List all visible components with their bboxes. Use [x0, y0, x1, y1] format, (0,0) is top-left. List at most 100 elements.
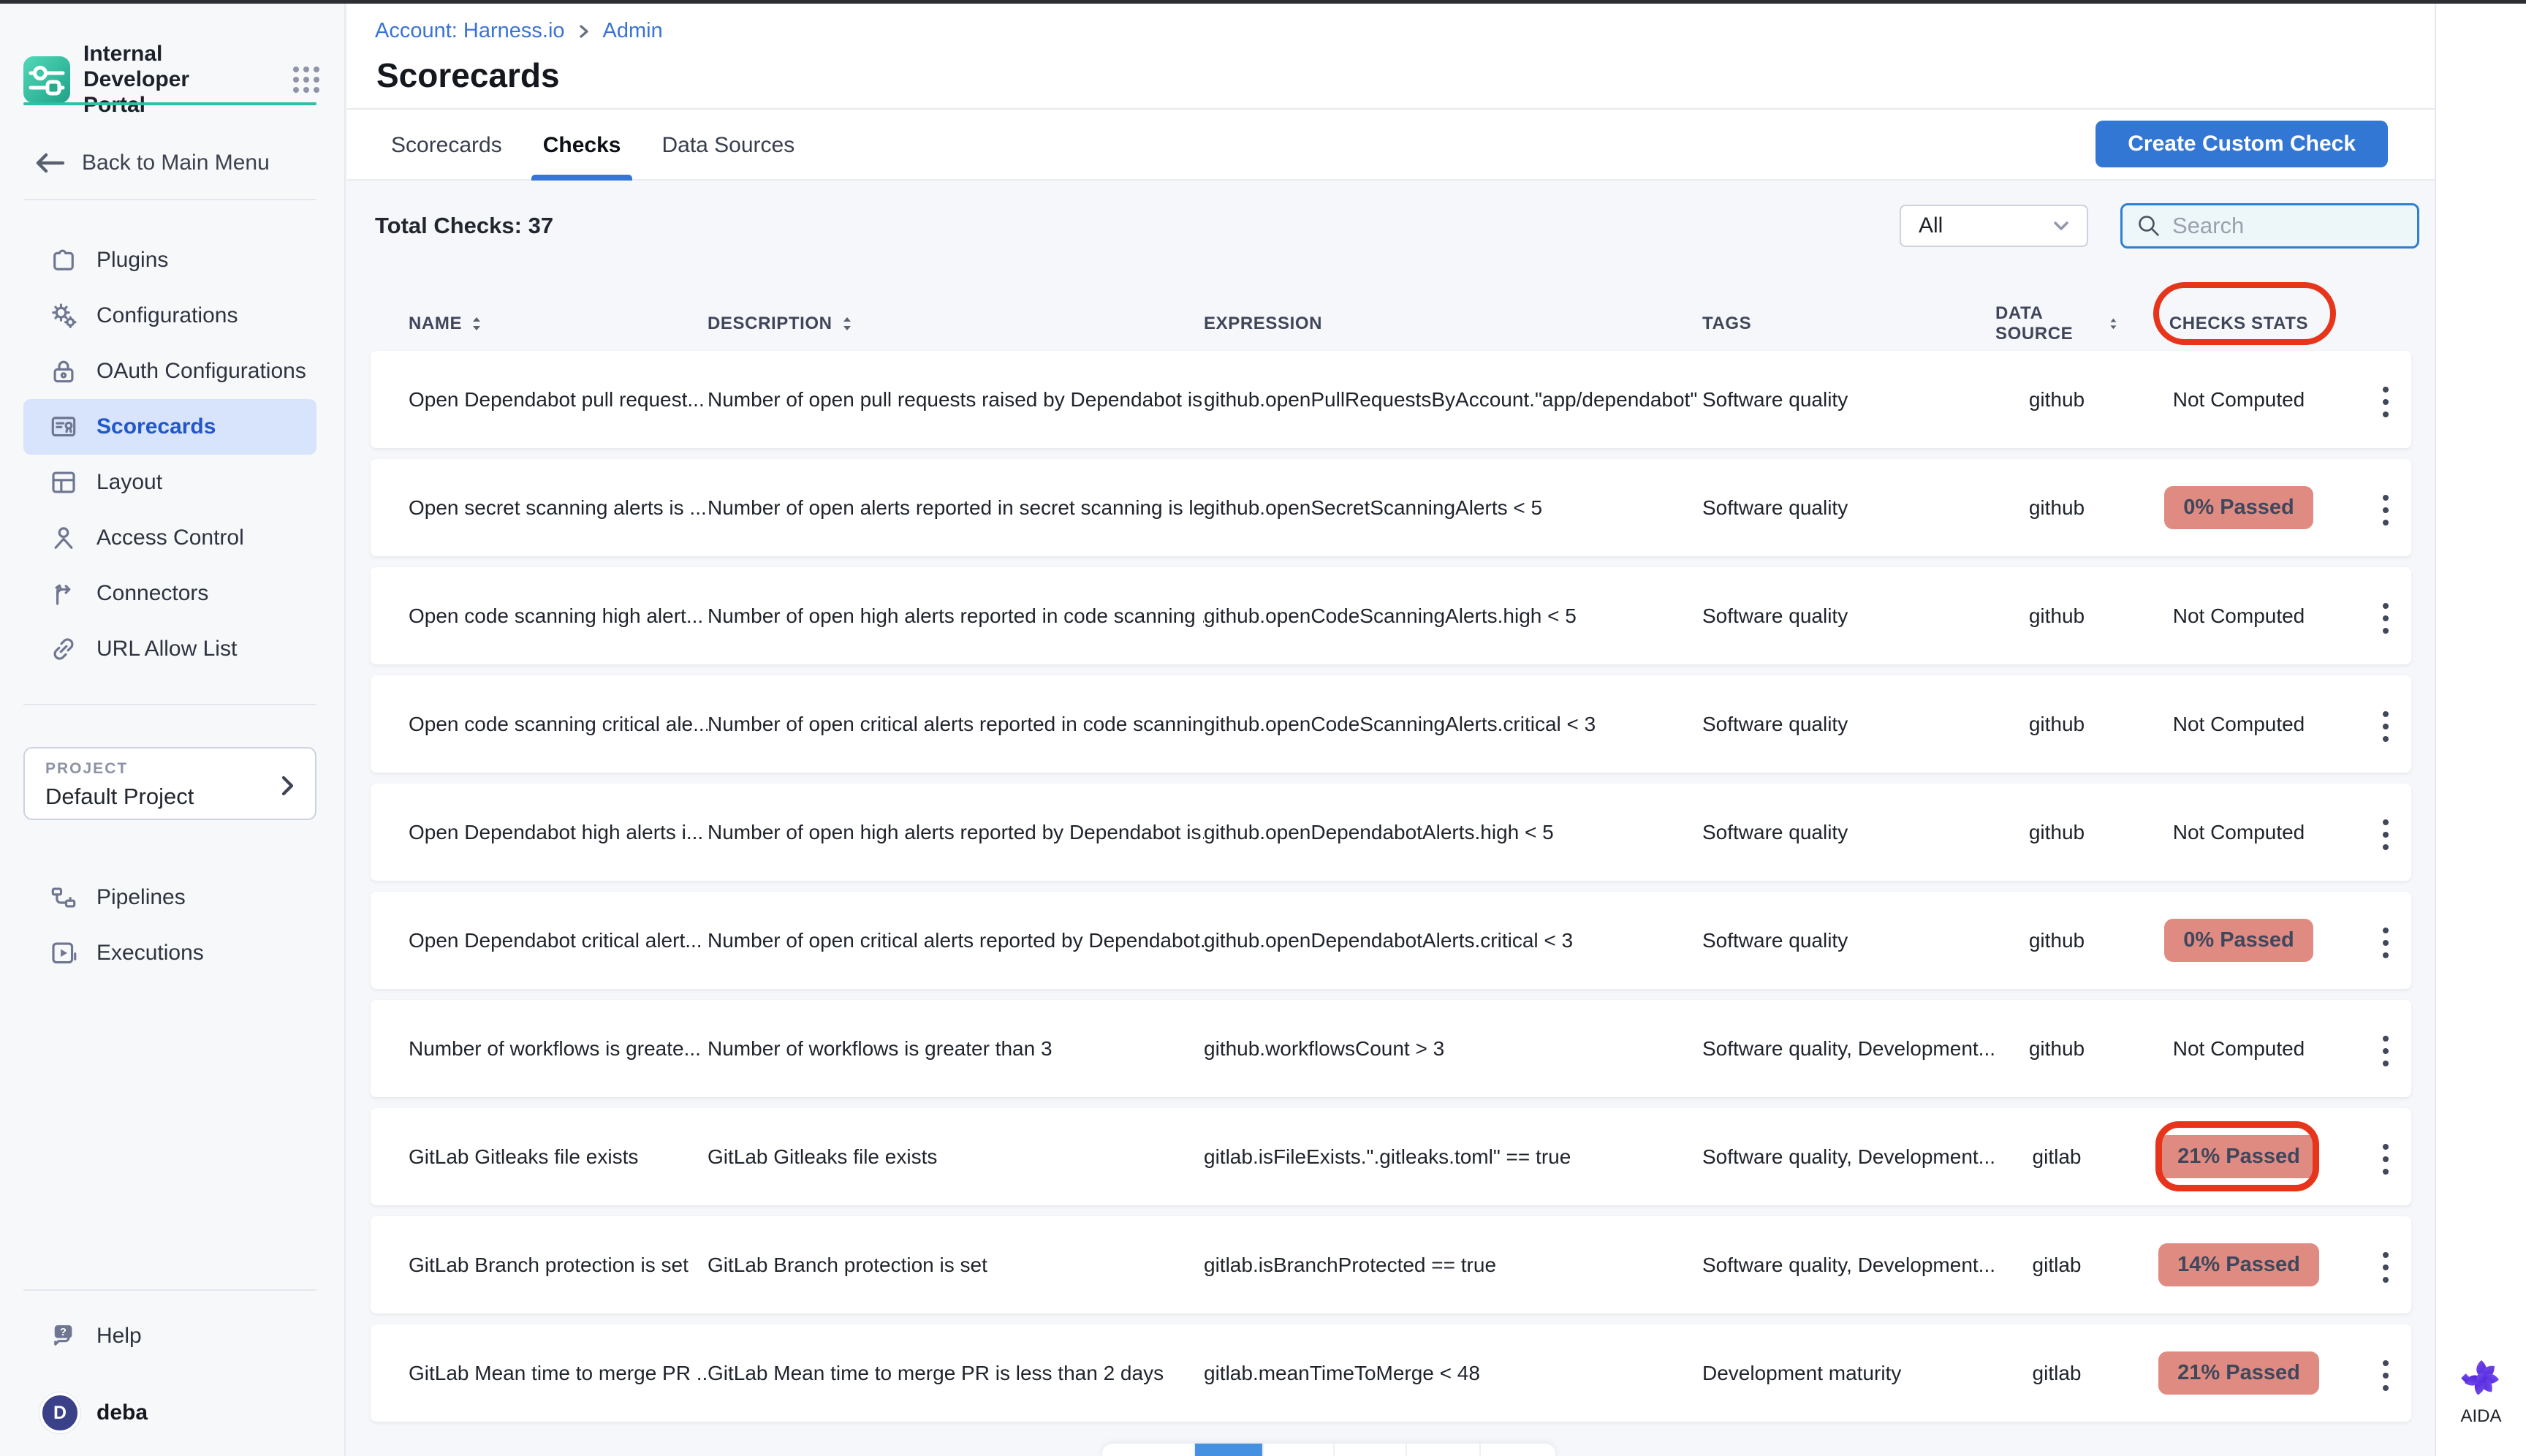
- row-menu-button[interactable]: [2373, 1353, 2399, 1398]
- table-row[interactable]: Number of workflows is greate...Number o…: [371, 1000, 2411, 1097]
- create-custom-check-button[interactable]: Create Custom Check: [2095, 121, 2388, 167]
- toolbar: Total Checks: 37 All: [375, 202, 2419, 249]
- row-menu-button[interactable]: [2373, 704, 2399, 749]
- row-menu-button[interactable]: [2373, 812, 2399, 857]
- pagination-prev[interactable]: [1102, 1444, 1194, 1456]
- sidebar-item-label: OAuth Configurations: [96, 359, 306, 384]
- app-title: Internal Developer Portal: [83, 41, 251, 118]
- row-menu-button[interactable]: [2373, 1137, 2399, 1182]
- sort-icon[interactable]: [2109, 315, 2118, 333]
- user-menu[interactable]: D deba: [39, 1392, 148, 1433]
- pagination-page[interactable]: [1262, 1444, 1333, 1456]
- back-to-main-menu[interactable]: Back to Main Menu: [34, 146, 270, 180]
- check-stats: Not Computed: [2118, 713, 2359, 736]
- table-row[interactable]: Open code scanning high alert...Number o…: [371, 567, 2411, 664]
- table-row[interactable]: Open Dependabot pull request...Number of…: [371, 351, 2411, 448]
- check-stats: Not Computed: [2118, 821, 2359, 844]
- check-data-source: github: [1995, 1037, 2118, 1061]
- row-menu-button[interactable]: [2373, 379, 2399, 425]
- sidebar-item-scorecards[interactable]: Scorecards: [23, 399, 316, 455]
- check-data-source: gitlab: [1995, 1254, 2118, 1277]
- project-name: Default Project: [45, 784, 300, 810]
- check-tags: Development maturity: [1702, 1362, 1995, 1385]
- column-header-data-source[interactable]: DATA SOURCE: [1995, 303, 2118, 344]
- help-chat-icon: ?: [48, 1321, 79, 1351]
- not-computed-text: Not Computed: [2173, 1037, 2305, 1060]
- tab-data-sources[interactable]: Data Sources: [659, 110, 797, 181]
- pagination-page[interactable]: [1479, 1444, 1555, 1456]
- row-menu-button[interactable]: [2373, 1028, 2399, 1074]
- table-row[interactable]: Open Dependabot high alerts i...Number o…: [371, 784, 2411, 881]
- sidebar-item-connectors[interactable]: Connectors: [23, 566, 316, 621]
- sidebar-item-help[interactable]: ? Help: [23, 1308, 316, 1364]
- project-label: PROJECT: [45, 760, 300, 778]
- tab-scorecards[interactable]: Scorecards: [388, 110, 505, 181]
- check-stats: 21% Passed: [2118, 1351, 2359, 1395]
- idp-logo-icon: [23, 56, 70, 103]
- check-data-source: github: [1995, 604, 2118, 628]
- check-name: GitLab Mean time to merge PR ...: [409, 1362, 708, 1385]
- check-name: Open secret scanning alerts is ...: [409, 496, 708, 520]
- table-row[interactable]: Open Dependabot critical alert...Number …: [371, 892, 2411, 989]
- table-row[interactable]: Open secret scanning alerts is ...Number…: [371, 459, 2411, 556]
- sidebar-item-layout[interactable]: Layout: [23, 455, 316, 510]
- check-name: GitLab Gitleaks file exists: [409, 1145, 708, 1169]
- column-header-name[interactable]: NAME: [409, 314, 708, 334]
- column-label: DATA SOURCE: [1995, 303, 2100, 344]
- sidebar-item-url-allow-list[interactable]: URL Allow List: [23, 621, 316, 677]
- row-menu-button[interactable]: [2373, 920, 2399, 966]
- table-row[interactable]: GitLab Branch protection is setGitLab Br…: [371, 1216, 2411, 1313]
- sidebar-divider: [23, 199, 316, 200]
- breadcrumb: Account: Harness.io Admin: [375, 19, 663, 43]
- passed-badge: 0% Passed: [2164, 486, 2313, 529]
- check-data-source: github: [1995, 821, 2118, 844]
- sidebar-item-access-control[interactable]: Access Control: [23, 510, 316, 566]
- check-stats: Not Computed: [2118, 1037, 2359, 1061]
- right-rail: AIDA: [2435, 0, 2526, 1456]
- sort-icon[interactable]: [841, 315, 853, 333]
- sort-icon[interactable]: [471, 315, 482, 333]
- pagination-page-active[interactable]: [1194, 1444, 1262, 1456]
- table-row[interactable]: Open code scanning critical ale...Number…: [371, 675, 2411, 773]
- sidebar-item-label: Configurations: [96, 303, 238, 328]
- total-checks-count: Total Checks: 37: [375, 213, 553, 239]
- search-input[interactable]: [2172, 213, 2392, 239]
- passed-badge: 21% Passed: [2158, 1135, 2319, 1178]
- filter-dropdown[interactable]: All: [1900, 205, 2088, 247]
- sidebar-item-label: Access Control: [96, 526, 244, 550]
- app-grid-icon[interactable]: [289, 63, 323, 96]
- check-description: Number of open critical alerts reported …: [708, 929, 1204, 952]
- sidebar-item-label: Plugins: [96, 248, 168, 273]
- pagination-page[interactable]: [1333, 1444, 1406, 1456]
- check-description: Number of open alerts reported in secret…: [708, 496, 1204, 520]
- row-menu-button[interactable]: [2373, 488, 2399, 533]
- sidebar-item-configurations[interactable]: Configurations: [23, 288, 316, 344]
- page: Internal Developer Portal Back to Main M…: [0, 0, 2526, 1456]
- check-name: Open code scanning critical ale...: [409, 713, 708, 736]
- sidebar-item-oauth-configurations[interactable]: OAuth Configurations: [23, 344, 316, 399]
- tab-bar: Scorecards Checks Data Sources Create Cu…: [347, 108, 2435, 181]
- sidebar-item-executions[interactable]: Executions: [23, 925, 316, 981]
- aida-widget[interactable]: AIDA: [2436, 1357, 2526, 1427]
- not-computed-text: Not Computed: [2173, 713, 2305, 735]
- row-menu-button[interactable]: [2373, 596, 2399, 641]
- breadcrumb-admin-link[interactable]: Admin: [603, 19, 663, 43]
- sidebar-divider: [23, 704, 316, 705]
- check-expression: github.openSecretScanningAlerts < 5: [1204, 496, 1702, 520]
- column-label: TAGS: [1702, 314, 1751, 334]
- table-row[interactable]: GitLab Gitleaks file existsGitLab Gitlea…: [371, 1108, 2411, 1205]
- breadcrumb-account-link[interactable]: Account: Harness.io: [375, 19, 565, 43]
- pipeline-icon: [48, 882, 79, 913]
- search-icon: [2136, 213, 2162, 239]
- project-selector[interactable]: PROJECT Default Project: [23, 747, 316, 820]
- table-row[interactable]: GitLab Mean time to merge PR ...GitLab M…: [371, 1324, 2411, 1422]
- row-menu-button[interactable]: [2373, 1245, 2399, 1290]
- sidebar-item-plugins[interactable]: Plugins: [23, 232, 316, 288]
- tab-checks[interactable]: Checks: [540, 110, 624, 181]
- pagination-page[interactable]: [1406, 1444, 1479, 1456]
- check-stats: Not Computed: [2118, 388, 2359, 412]
- check-tags: Software quality: [1702, 713, 1995, 736]
- sidebar-item-pipelines[interactable]: Pipelines: [23, 870, 316, 925]
- column-header-description[interactable]: DESCRIPTION: [708, 314, 1204, 334]
- play-icon: [48, 938, 79, 968]
